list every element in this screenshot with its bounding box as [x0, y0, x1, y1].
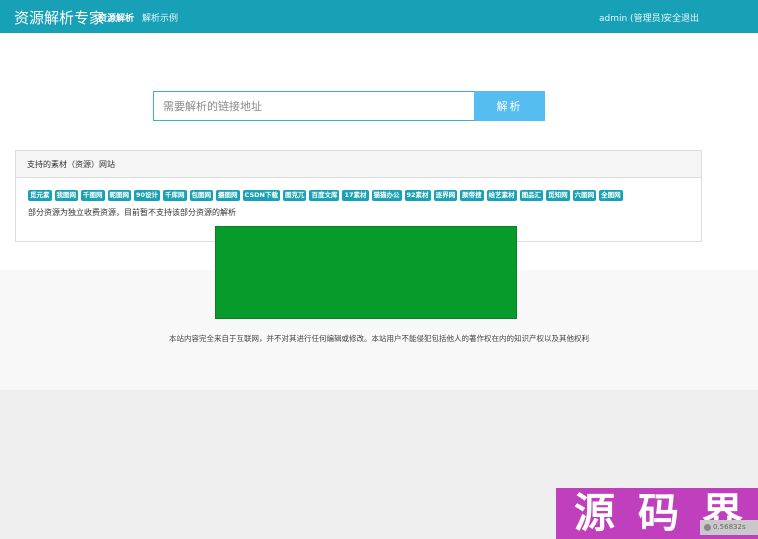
- site-tag[interactable]: 六图网: [572, 190, 597, 201]
- timer-icon: [704, 524, 711, 531]
- site-tag[interactable]: CSDN下载: [242, 190, 280, 201]
- site-tag[interactable]: 17素材: [342, 190, 369, 201]
- site-tag[interactable]: 猫猫办公: [371, 190, 402, 201]
- watermark-char: 码: [638, 489, 679, 537]
- site-tag[interactable]: 昵图网: [107, 190, 131, 201]
- site-tag[interactable]: 觅元素: [28, 190, 52, 201]
- panel-title: 支持的素材（资源）网站: [16, 151, 701, 178]
- site-tag[interactable]: 颜帝搜: [460, 190, 484, 201]
- panel-note: 部分资源为独立收费资源，目前暂不支持该部分资源的解析: [28, 208, 236, 217]
- site-tag[interactable]: 我图网: [54, 190, 78, 201]
- load-timer: 0.56832s: [700, 520, 758, 535]
- watermark-char: 源: [574, 489, 615, 537]
- site-tag[interactable]: 逐界网: [433, 190, 458, 201]
- parse-button[interactable]: 解析: [474, 91, 545, 121]
- site-tag[interactable]: 千库网: [163, 190, 187, 201]
- site-tag[interactable]: 千图网: [81, 190, 105, 201]
- nav-examples[interactable]: 解析示例: [142, 11, 178, 24]
- site-tag-list: 觅元素 我图网 千图网 昵图网 90设计 千库网 包图网 摄图网 CSDN下载 图克兀 百度文库 17…: [28, 190, 698, 202]
- timer-value: 0.56832s: [713, 523, 746, 531]
- site-tag[interactable]: 绘艺素材: [486, 190, 517, 201]
- site-tag[interactable]: 图克兀: [282, 190, 307, 201]
- site-tag[interactable]: 全图网: [599, 190, 623, 201]
- site-tag[interactable]: 摄图网: [216, 190, 240, 201]
- site-tag[interactable]: 包图网: [189, 190, 214, 201]
- footer-disclaimer: 本站内容完全来自于互联网，并不对其进行任何编辑或修改。本站用户不能侵犯包括他人的…: [169, 334, 589, 343]
- top-navbar: 资源解析专家 资源解析 解析示例 admin (管理员) 安全退出: [0, 0, 758, 33]
- brand-title[interactable]: 资源解析专家: [14, 7, 104, 28]
- logout-link[interactable]: 安全退出: [663, 11, 699, 24]
- user-menu[interactable]: admin (管理员): [599, 11, 664, 24]
- nav-parse[interactable]: 资源解析: [98, 11, 134, 24]
- site-tag[interactable]: 觅知网: [546, 190, 570, 201]
- green-overlay-block: [215, 226, 517, 319]
- site-tag[interactable]: 百度文库: [309, 190, 340, 201]
- link-input[interactable]: [153, 91, 475, 121]
- site-tag[interactable]: 图品汇: [519, 190, 544, 201]
- site-tag[interactable]: 92素材: [404, 190, 431, 201]
- site-tag[interactable]: 90设计: [134, 190, 161, 201]
